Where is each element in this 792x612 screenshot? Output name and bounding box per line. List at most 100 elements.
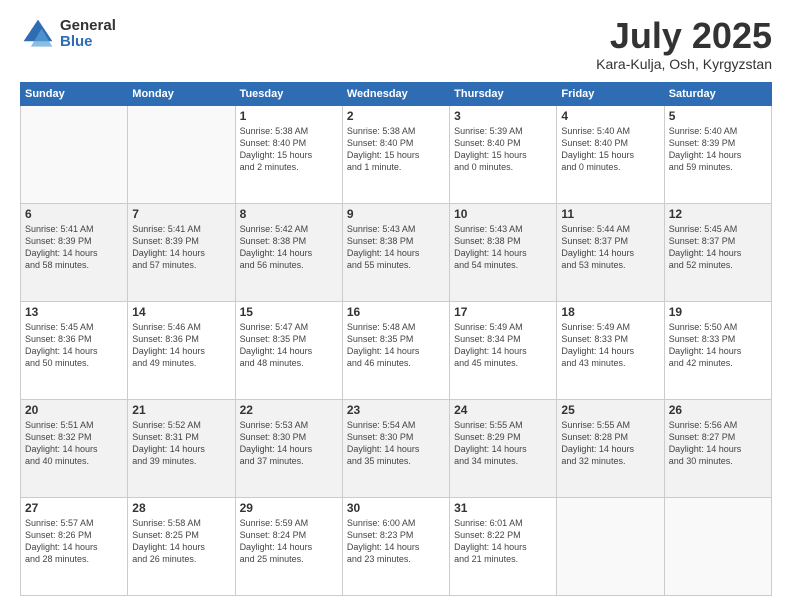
- day-info: Sunrise: 5:38 AM Sunset: 8:40 PM Dayligh…: [240, 125, 338, 174]
- calendar-header-saturday: Saturday: [664, 82, 771, 105]
- day-info: Sunrise: 5:52 AM Sunset: 8:31 PM Dayligh…: [132, 419, 230, 468]
- calendar-header-wednesday: Wednesday: [342, 82, 449, 105]
- calendar-table: SundayMondayTuesdayWednesdayThursdayFrid…: [20, 82, 772, 596]
- day-info: Sunrise: 6:01 AM Sunset: 8:22 PM Dayligh…: [454, 517, 552, 566]
- calendar-cell: 21 Sunrise: 5:52 AM Sunset: 8:31 PM Dayli…: [128, 399, 235, 497]
- calendar-cell: 23 Sunrise: 5:54 AM Sunset: 8:30 PM Dayli…: [342, 399, 449, 497]
- title-block: July 2025 Kara-Kulja, Osh, Kyrgyzstan: [596, 16, 772, 72]
- day-number: 4: [561, 109, 659, 123]
- day-info: Sunrise: 5:45 AM Sunset: 8:37 PM Dayligh…: [669, 223, 767, 272]
- day-number: 23: [347, 403, 445, 417]
- day-info: Sunrise: 5:43 AM Sunset: 8:38 PM Dayligh…: [454, 223, 552, 272]
- day-info: Sunrise: 5:50 AM Sunset: 8:33 PM Dayligh…: [669, 321, 767, 370]
- calendar-cell: 19 Sunrise: 5:50 AM Sunset: 8:33 PM Dayli…: [664, 301, 771, 399]
- day-info: Sunrise: 5:57 AM Sunset: 8:26 PM Dayligh…: [25, 517, 123, 566]
- calendar-cell: 15 Sunrise: 5:47 AM Sunset: 8:35 PM Dayli…: [235, 301, 342, 399]
- day-number: 30: [347, 501, 445, 515]
- calendar-cell: 18Sunrise: 5:49 AM Sunset: 8:33 PM Dayli…: [557, 301, 664, 399]
- subtitle: Kara-Kulja, Osh, Kyrgyzstan: [596, 56, 772, 72]
- logo-blue-text: Blue: [60, 34, 116, 51]
- calendar-cell: 26 Sunrise: 5:56 AM Sunset: 8:27 PM Dayli…: [664, 399, 771, 497]
- day-number: 28: [132, 501, 230, 515]
- calendar-cell: 11Sunrise: 5:44 AM Sunset: 8:37 PM Dayli…: [557, 203, 664, 301]
- logo-general-text: General: [60, 18, 116, 35]
- calendar-cell: 27 Sunrise: 5:57 AM Sunset: 8:26 PM Dayli…: [21, 497, 128, 595]
- calendar-cell: 22 Sunrise: 5:53 AM Sunset: 8:30 PM Dayli…: [235, 399, 342, 497]
- calendar-header-tuesday: Tuesday: [235, 82, 342, 105]
- logo-icon: [20, 16, 56, 52]
- day-number: 1: [240, 109, 338, 123]
- calendar-cell: 24 Sunrise: 5:55 AM Sunset: 8:29 PM Dayli…: [450, 399, 557, 497]
- calendar-cell: 14 Sunrise: 5:46 AM Sunset: 8:36 PM Dayli…: [128, 301, 235, 399]
- calendar-header-row: SundayMondayTuesdayWednesdayThursdayFrid…: [21, 82, 772, 105]
- day-number: 14: [132, 305, 230, 319]
- calendar-cell: 5 Sunrise: 5:40 AM Sunset: 8:39 PM Daylig…: [664, 105, 771, 203]
- day-info: Sunrise: 5:41 AM Sunset: 8:39 PM Dayligh…: [132, 223, 230, 272]
- calendar-cell: 8 Sunrise: 5:42 AM Sunset: 8:38 PM Daylig…: [235, 203, 342, 301]
- day-number: 22: [240, 403, 338, 417]
- logo: General Blue: [20, 16, 116, 52]
- day-info: Sunrise: 5:59 AM Sunset: 8:24 PM Dayligh…: [240, 517, 338, 566]
- calendar-cell: 2 Sunrise: 5:38 AM Sunset: 8:40 PM Daylig…: [342, 105, 449, 203]
- day-number: 19: [669, 305, 767, 319]
- day-number: 16: [347, 305, 445, 319]
- day-number: 31: [454, 501, 552, 515]
- day-number: 21: [132, 403, 230, 417]
- calendar-cell: 10 Sunrise: 5:43 AM Sunset: 8:38 PM Dayli…: [450, 203, 557, 301]
- day-info: Sunrise: 5:39 AM Sunset: 8:40 PM Dayligh…: [454, 125, 552, 174]
- day-number: 6: [25, 207, 123, 221]
- calendar-header-thursday: Thursday: [450, 82, 557, 105]
- day-info: Sunrise: 5:46 AM Sunset: 8:36 PM Dayligh…: [132, 321, 230, 370]
- day-number: 7: [132, 207, 230, 221]
- day-info: Sunrise: 5:53 AM Sunset: 8:30 PM Dayligh…: [240, 419, 338, 468]
- calendar-cell: 25Sunrise: 5:55 AM Sunset: 8:28 PM Dayli…: [557, 399, 664, 497]
- calendar-cell: 1 Sunrise: 5:38 AM Sunset: 8:40 PM Daylig…: [235, 105, 342, 203]
- calendar-week-row: 27 Sunrise: 5:57 AM Sunset: 8:26 PM Dayli…: [21, 497, 772, 595]
- day-info: Sunrise: 5:44 AM Sunset: 8:37 PM Dayligh…: [561, 223, 659, 272]
- calendar-cell: 29 Sunrise: 5:59 AM Sunset: 8:24 PM Dayli…: [235, 497, 342, 595]
- day-info: Sunrise: 5:43 AM Sunset: 8:38 PM Dayligh…: [347, 223, 445, 272]
- day-number: 12: [669, 207, 767, 221]
- day-info: Sunrise: 5:58 AM Sunset: 8:25 PM Dayligh…: [132, 517, 230, 566]
- day-number: 9: [347, 207, 445, 221]
- calendar-cell: 9 Sunrise: 5:43 AM Sunset: 8:38 PM Daylig…: [342, 203, 449, 301]
- calendar-cell: 28 Sunrise: 5:58 AM Sunset: 8:25 PM Dayli…: [128, 497, 235, 595]
- day-number: 15: [240, 305, 338, 319]
- calendar-cell: 13Sunrise: 5:45 AM Sunset: 8:36 PM Dayli…: [21, 301, 128, 399]
- day-info: Sunrise: 5:55 AM Sunset: 8:29 PM Dayligh…: [454, 419, 552, 468]
- day-number: 5: [669, 109, 767, 123]
- logo-text: General Blue: [60, 18, 116, 51]
- day-number: 26: [669, 403, 767, 417]
- day-info: Sunrise: 5:56 AM Sunset: 8:27 PM Dayligh…: [669, 419, 767, 468]
- calendar-cell: 20Sunrise: 5:51 AM Sunset: 8:32 PM Dayli…: [21, 399, 128, 497]
- day-info: Sunrise: 5:38 AM Sunset: 8:40 PM Dayligh…: [347, 125, 445, 174]
- day-info: Sunrise: 5:40 AM Sunset: 8:40 PM Dayligh…: [561, 125, 659, 174]
- day-info: Sunrise: 5:40 AM Sunset: 8:39 PM Dayligh…: [669, 125, 767, 174]
- day-info: Sunrise: 6:00 AM Sunset: 8:23 PM Dayligh…: [347, 517, 445, 566]
- day-number: 27: [25, 501, 123, 515]
- day-info: Sunrise: 5:54 AM Sunset: 8:30 PM Dayligh…: [347, 419, 445, 468]
- day-info: Sunrise: 5:49 AM Sunset: 8:34 PM Dayligh…: [454, 321, 552, 370]
- day-number: 10: [454, 207, 552, 221]
- calendar-week-row: 13Sunrise: 5:45 AM Sunset: 8:36 PM Dayli…: [21, 301, 772, 399]
- day-number: 3: [454, 109, 552, 123]
- calendar-cell: 30 Sunrise: 6:00 AM Sunset: 8:23 PM Dayli…: [342, 497, 449, 595]
- day-number: 2: [347, 109, 445, 123]
- calendar-cell: 16 Sunrise: 5:48 AM Sunset: 8:35 PM Dayli…: [342, 301, 449, 399]
- day-info: Sunrise: 5:49 AM Sunset: 8:33 PM Dayligh…: [561, 321, 659, 370]
- day-info: Sunrise: 5:48 AM Sunset: 8:35 PM Dayligh…: [347, 321, 445, 370]
- calendar-cell: 7 Sunrise: 5:41 AM Sunset: 8:39 PM Daylig…: [128, 203, 235, 301]
- calendar-cell: 4 Sunrise: 5:40 AM Sunset: 8:40 PM Daylig…: [557, 105, 664, 203]
- day-number: 25: [561, 403, 659, 417]
- calendar-cell: 6Sunrise: 5:41 AM Sunset: 8:39 PM Daylig…: [21, 203, 128, 301]
- calendar-header-friday: Friday: [557, 82, 664, 105]
- calendar-cell: 17Sunrise: 5:49 AM Sunset: 8:34 PM Dayli…: [450, 301, 557, 399]
- day-number: 8: [240, 207, 338, 221]
- day-info: Sunrise: 5:51 AM Sunset: 8:32 PM Dayligh…: [25, 419, 123, 468]
- day-number: 29: [240, 501, 338, 515]
- calendar-cell: [664, 497, 771, 595]
- day-info: Sunrise: 5:45 AM Sunset: 8:36 PM Dayligh…: [25, 321, 123, 370]
- day-number: 24: [454, 403, 552, 417]
- day-info: Sunrise: 5:42 AM Sunset: 8:38 PM Dayligh…: [240, 223, 338, 272]
- day-info: Sunrise: 5:47 AM Sunset: 8:35 PM Dayligh…: [240, 321, 338, 370]
